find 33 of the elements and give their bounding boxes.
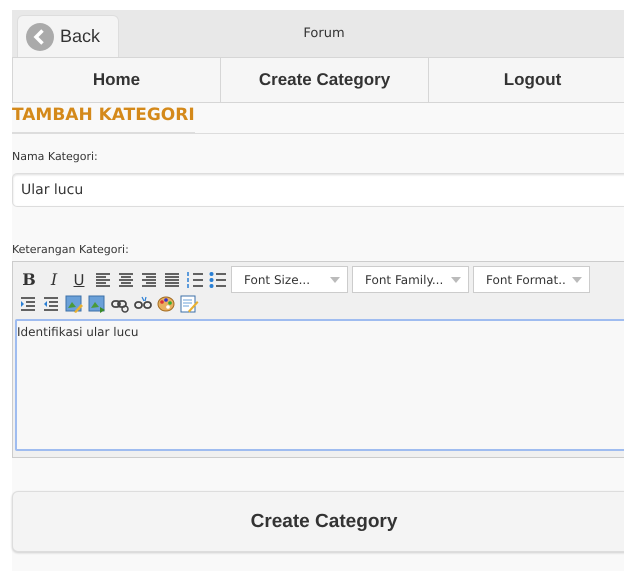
dropdown-arrow-icon — [572, 277, 582, 283]
dropdown-arrow-icon — [330, 277, 340, 283]
create-category-button[interactable]: Create Category — [12, 491, 624, 552]
justify-icon[interactable] — [163, 272, 181, 288]
underline-button[interactable]: U — [69, 270, 89, 288]
page-title: Forum — [303, 26, 345, 41]
nav-tab[interactable]: Create Category — [220, 58, 428, 102]
italic-button[interactable]: I — [44, 270, 64, 289]
bold-button[interactable]: B — [19, 270, 39, 289]
field-label: Keterangan Kategori: — [12, 243, 129, 256]
font-size-dropdown[interactable]: Font Size... — [231, 266, 348, 293]
section-heading: TAMBAH KATEGORI — [12, 105, 195, 133]
align-left-icon[interactable] — [94, 272, 112, 288]
description-text-area[interactable]: Identifikasi ular lucu — [15, 319, 624, 451]
nav-tab[interactable]: Logout — [428, 58, 624, 102]
dropdown-arrow-icon — [451, 277, 461, 283]
font-family-dropdown[interactable]: Font Family... — [352, 266, 469, 293]
document-edit-icon[interactable] — [180, 295, 199, 314]
palette-icon[interactable] — [157, 295, 176, 314]
field-label: Nama Kategori: — [12, 150, 98, 163]
image-edit-icon[interactable] — [65, 295, 84, 314]
align-center-icon[interactable] — [117, 272, 135, 288]
name-input-field[interactable]: Ular lucu — [12, 173, 624, 207]
align-right-icon[interactable] — [140, 272, 158, 288]
font-format-dropdown[interactable]: Font Format.. — [473, 266, 590, 293]
outdent-icon[interactable] — [42, 295, 61, 314]
image-insert-icon[interactable] — [88, 295, 107, 314]
back-icon — [26, 22, 54, 50]
numbered-list-icon[interactable] — [186, 270, 204, 288]
bullet-list-icon[interactable] — [209, 270, 227, 288]
nav-tab[interactable]: Home — [12, 58, 220, 102]
indent-icon[interactable] — [19, 295, 38, 314]
back-button[interactable]: Back — [17, 15, 119, 57]
